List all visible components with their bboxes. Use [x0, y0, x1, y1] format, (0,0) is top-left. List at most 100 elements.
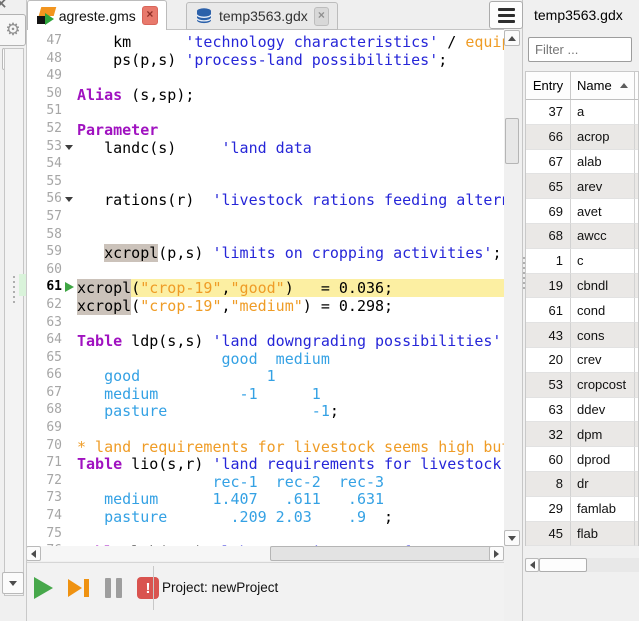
code-text[interactable]: [77, 262, 504, 280]
table-row[interactable]: 29famlab: [526, 497, 638, 522]
pause-button[interactable]: [100, 575, 126, 601]
code-line[interactable]: 69: [26, 420, 504, 438]
name-cell[interactable]: dr: [571, 472, 635, 497]
column-header-name[interactable]: Name: [571, 72, 635, 99]
table-row[interactable]: 69avet: [526, 199, 638, 224]
code-text[interactable]: medium 1.407 .611 .631: [77, 490, 504, 508]
code-text[interactable]: [77, 315, 504, 333]
code-text[interactable]: km 'technology characteristics' / equipm…: [77, 33, 504, 51]
code-line[interactable]: 52Parameter: [26, 121, 504, 139]
table-row[interactable]: 66acrop: [526, 125, 638, 150]
code-text[interactable]: xcropl("crop-19","medium") = 0.298;: [77, 297, 504, 315]
gutter-marker-column[interactable]: [64, 279, 77, 297]
code-line[interactable]: 60: [26, 262, 504, 280]
gutter-marker-column[interactable]: [64, 227, 77, 245]
gutter-marker-column[interactable]: [64, 86, 77, 104]
filter-input[interactable]: [528, 37, 632, 62]
entry-cell[interactable]: 1: [526, 249, 571, 274]
scrollbar-thumb[interactable]: [270, 546, 494, 561]
name-cell[interactable]: alab: [571, 150, 635, 175]
entry-cell[interactable]: 45: [526, 522, 571, 547]
scroll-down-button[interactable]: [504, 530, 520, 546]
gutter-marker-column[interactable]: [64, 139, 77, 157]
gutter-marker-column[interactable]: [64, 209, 77, 227]
table-row[interactable]: 68awcc: [526, 224, 638, 249]
gutter-marker-column[interactable]: [64, 385, 77, 403]
gutter-marker-column[interactable]: [64, 332, 77, 350]
gutter-marker-column[interactable]: [64, 262, 77, 280]
code-text[interactable]: Parameter: [77, 121, 504, 139]
gutter-marker-column[interactable]: [64, 420, 77, 438]
table-row[interactable]: 63ddev: [526, 398, 638, 423]
name-cell[interactable]: arev: [571, 174, 635, 199]
code-line[interactable]: 59 xcropl(p,s) 'limits on cropping activ…: [26, 244, 504, 262]
entry-cell[interactable]: 60: [526, 447, 571, 472]
name-cell[interactable]: crev: [571, 348, 635, 373]
code-line[interactable]: 75: [26, 526, 504, 544]
code-line[interactable]: 74 pasture .209 2.03 .9 ;: [26, 508, 504, 526]
fold-collapse-icon[interactable]: [65, 145, 73, 150]
gutter-marker-column[interactable]: [64, 51, 77, 69]
code-text[interactable]: * land requirements for livestock seems …: [77, 438, 504, 456]
code-line[interactable]: 57: [26, 209, 504, 227]
code-line[interactable]: 68 pasture -1;: [26, 402, 504, 420]
scroll-down-button[interactable]: [2, 572, 24, 594]
name-cell[interactable]: dprod: [571, 447, 635, 472]
code-line[interactable]: 51: [26, 103, 504, 121]
gutter-marker-column[interactable]: [64, 455, 77, 473]
close-icon[interactable]: ×: [0, 0, 8, 12]
tab-agreste-gms[interactable]: agreste.gms ×: [27, 0, 167, 30]
table-row[interactable]: 65arev: [526, 174, 638, 199]
code-line[interactable]: 62xcropl("crop-19","medium") = 0.298;: [26, 297, 504, 315]
code-text[interactable]: Table lio(s,r) 'land requirements for li…: [77, 455, 504, 473]
gutter-marker-column[interactable]: [64, 191, 77, 209]
name-cell[interactable]: ddev: [571, 398, 635, 423]
code-text[interactable]: Alias (s,sp);: [77, 86, 504, 104]
name-cell[interactable]: cond: [571, 298, 635, 323]
code-text[interactable]: pasture .209 2.03 .9 ;: [77, 508, 504, 526]
hamburger-menu-button[interactable]: [489, 1, 523, 29]
gutter-marker-column[interactable]: [64, 350, 77, 368]
table-row[interactable]: 37a: [526, 100, 638, 125]
code-text[interactable]: medium -1 1: [77, 385, 504, 403]
name-cell[interactable]: c: [571, 249, 635, 274]
panel-splitter-grip[interactable]: [523, 257, 526, 289]
entry-cell[interactable]: 19: [526, 274, 571, 299]
entry-cell[interactable]: 53: [526, 373, 571, 398]
entry-cell[interactable]: 37: [526, 100, 571, 125]
gutter-marker-column[interactable]: [64, 508, 77, 526]
close-tab-icon[interactable]: ×: [314, 7, 329, 26]
entry-cell[interactable]: 66: [526, 125, 571, 150]
code-text[interactable]: pasture -1;: [77, 402, 504, 420]
gutter-marker-column[interactable]: [64, 402, 77, 420]
table-row[interactable]: 8dr: [526, 472, 638, 497]
code-line[interactable]: 73 medium 1.407 .611 .631: [26, 490, 504, 508]
gutter-marker-column[interactable]: [64, 68, 77, 86]
gutter-marker-column[interactable]: [64, 103, 77, 121]
table-horizontal-scrollbar[interactable]: [525, 558, 639, 572]
gutter-marker-column[interactable]: [64, 33, 77, 51]
code-text[interactable]: [77, 174, 504, 192]
editor-horizontal-scrollbar[interactable]: [26, 546, 504, 561]
code-text[interactable]: xcropl(p,s) 'limits on cropping activiti…: [77, 244, 504, 262]
code-line[interactable]: 47 km 'technology characteristics' / equ…: [26, 33, 504, 51]
gutter-marker-column[interactable]: [64, 244, 77, 262]
entry-cell[interactable]: 65: [526, 174, 571, 199]
gutter-marker-column[interactable]: [64, 526, 77, 544]
table-row[interactable]: 43cons: [526, 323, 638, 348]
scroll-left-button[interactable]: [26, 546, 41, 561]
code-text[interactable]: [77, 156, 504, 174]
name-cell[interactable]: awcc: [571, 224, 635, 249]
code-line[interactable]: 53 landc(s) 'land data: [26, 139, 504, 157]
code-text[interactable]: ps(p,s) 'process-land possibilities';: [77, 51, 504, 69]
splitter-grip[interactable]: [13, 276, 16, 303]
entry-cell[interactable]: 20: [526, 348, 571, 373]
table-row[interactable]: 1c: [526, 249, 638, 274]
code-line[interactable]: 65 good medium: [26, 350, 504, 368]
code-text[interactable]: [77, 103, 504, 121]
code-text[interactable]: [77, 420, 504, 438]
gutter-marker-column[interactable]: [64, 438, 77, 456]
scroll-up-button[interactable]: [504, 30, 520, 46]
gutter-marker-column[interactable]: [64, 367, 77, 385]
code-editor[interactable]: 47 km 'technology characteristics' / equ…: [26, 30, 504, 549]
